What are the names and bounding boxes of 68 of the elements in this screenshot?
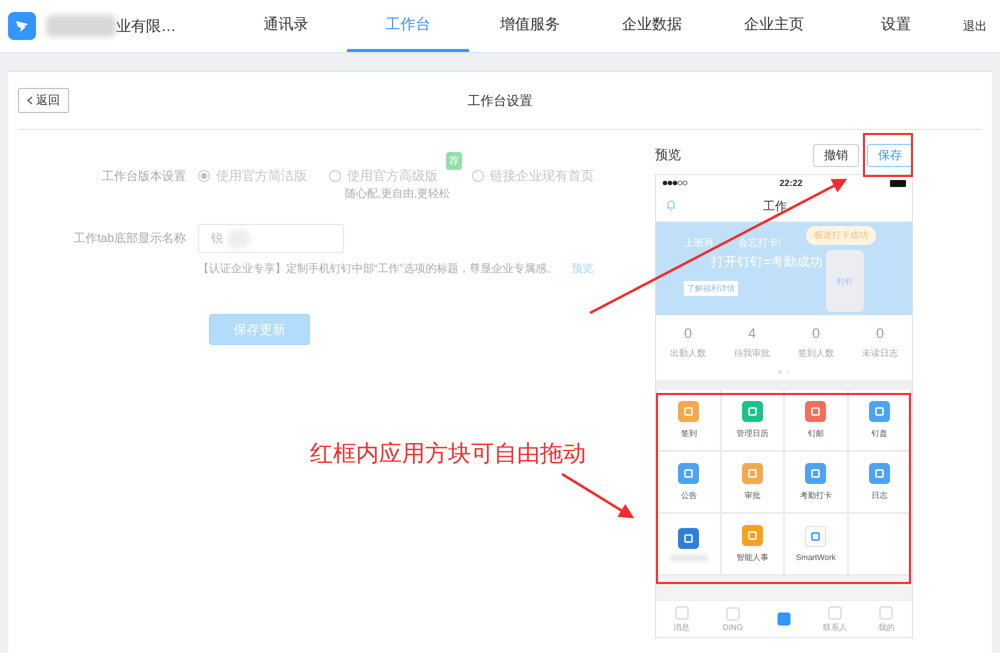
stat-value: 0 xyxy=(684,325,692,341)
annotation-text: 红框内应用方块可自由拖动 xyxy=(310,440,586,468)
logout-link[interactable]: 退出 xyxy=(963,18,987,34)
stat-value: 0 xyxy=(876,325,884,341)
hint-text: 【认证企业专享】定制手机钉钉中部“工作”选项的标题，尊显企业专属感。 xyxy=(198,262,558,276)
form-label: 工作tab底部显示名称 xyxy=(72,230,187,247)
app-tile[interactable]: SmartWork xyxy=(785,514,846,574)
app-label: 钉盘 xyxy=(871,428,888,439)
nav-tab[interactable]: 增值服务 xyxy=(469,0,591,52)
app-tile[interactable]: 考勤打卡 xyxy=(785,452,846,512)
nav-tab[interactable]: 设置 xyxy=(835,0,957,52)
app-tile[interactable]: 签到 xyxy=(658,390,720,450)
app-tile[interactable]: 智能人事 xyxy=(722,514,783,574)
stat-label: 出勤人数 xyxy=(670,347,706,360)
app-tile[interactable]: 日志 xyxy=(848,452,910,512)
app-tile[interactable]: 审批 xyxy=(722,452,783,512)
app-logo-icon xyxy=(8,12,36,40)
tab-icon xyxy=(828,606,842,620)
bell-icon xyxy=(666,199,676,211)
app-tile[interactable]: 钉盘 xyxy=(848,390,910,450)
radio-button[interactable] xyxy=(198,170,210,182)
blurred-text xyxy=(46,15,116,37)
radio-button[interactable] xyxy=(472,170,484,182)
app-tile[interactable]: 管理日历 xyxy=(722,390,783,450)
status-time: 22:22 xyxy=(779,178,803,188)
stat-value: 0 xyxy=(812,325,820,341)
option-hint: 随心配,更自由,更轻松 xyxy=(345,186,450,201)
app-label: 公告 xyxy=(680,490,697,501)
battery-icon xyxy=(890,180,906,186)
phone-title: 工作 xyxy=(763,198,787,214)
app-tile[interactable]: 公告 xyxy=(658,452,720,512)
nav-tab[interactable]: 通讯录 xyxy=(225,0,347,52)
banner-text: 会忘打卡! xyxy=(738,236,781,250)
nav-tab[interactable]: 企业主页 xyxy=(713,0,835,52)
app-label: 考勤打卡 xyxy=(800,490,832,501)
speech-bubble: 极速打卡成功 xyxy=(806,226,876,245)
app-tile[interactable] xyxy=(658,514,720,574)
app-tile[interactable]: 钉邮 xyxy=(785,390,846,450)
banner-headline: 打开钉钉=考勤成功 xyxy=(711,253,824,271)
app-label: 日志 xyxy=(871,490,888,501)
brand-text: 钉钉 xyxy=(837,276,853,286)
highlight-frame xyxy=(863,133,913,177)
company-name: 业有限… xyxy=(116,16,177,36)
back-button[interactable]: 返回 xyxy=(18,88,69,113)
chevron-left-icon xyxy=(27,96,33,105)
app-label: 签到 xyxy=(680,428,697,439)
recommend-badge: 荐 xyxy=(446,152,462,170)
app-label: 钉邮 xyxy=(808,428,824,439)
tab-icon xyxy=(726,606,740,620)
stat-label: 未读日志 xyxy=(862,347,898,360)
banner-text: 上班再 xyxy=(684,236,714,250)
undo-button[interactable]: 撤销 xyxy=(813,144,859,166)
stat-value: 4 xyxy=(748,325,756,341)
radio-button[interactable] xyxy=(329,170,341,182)
app-label: 审批 xyxy=(744,490,760,501)
stat-label: 待我审批 xyxy=(734,347,770,360)
nav-tab[interactable]: 企业数据 xyxy=(591,0,713,52)
page-title: 工作台设置 xyxy=(468,92,532,110)
stat-label: 签到人数 xyxy=(798,347,834,360)
tab-icon xyxy=(674,606,689,620)
app-label: 智能人事 xyxy=(736,552,768,563)
preview-title: 预览 xyxy=(655,146,682,164)
form-label: 工作台版本设置 xyxy=(101,168,187,185)
tab-icon xyxy=(777,612,791,626)
tab-icon xyxy=(879,606,894,620)
app-label: 管理日历 xyxy=(736,428,768,439)
app-label: SmartWork xyxy=(796,553,836,562)
empty-tile xyxy=(848,514,910,574)
